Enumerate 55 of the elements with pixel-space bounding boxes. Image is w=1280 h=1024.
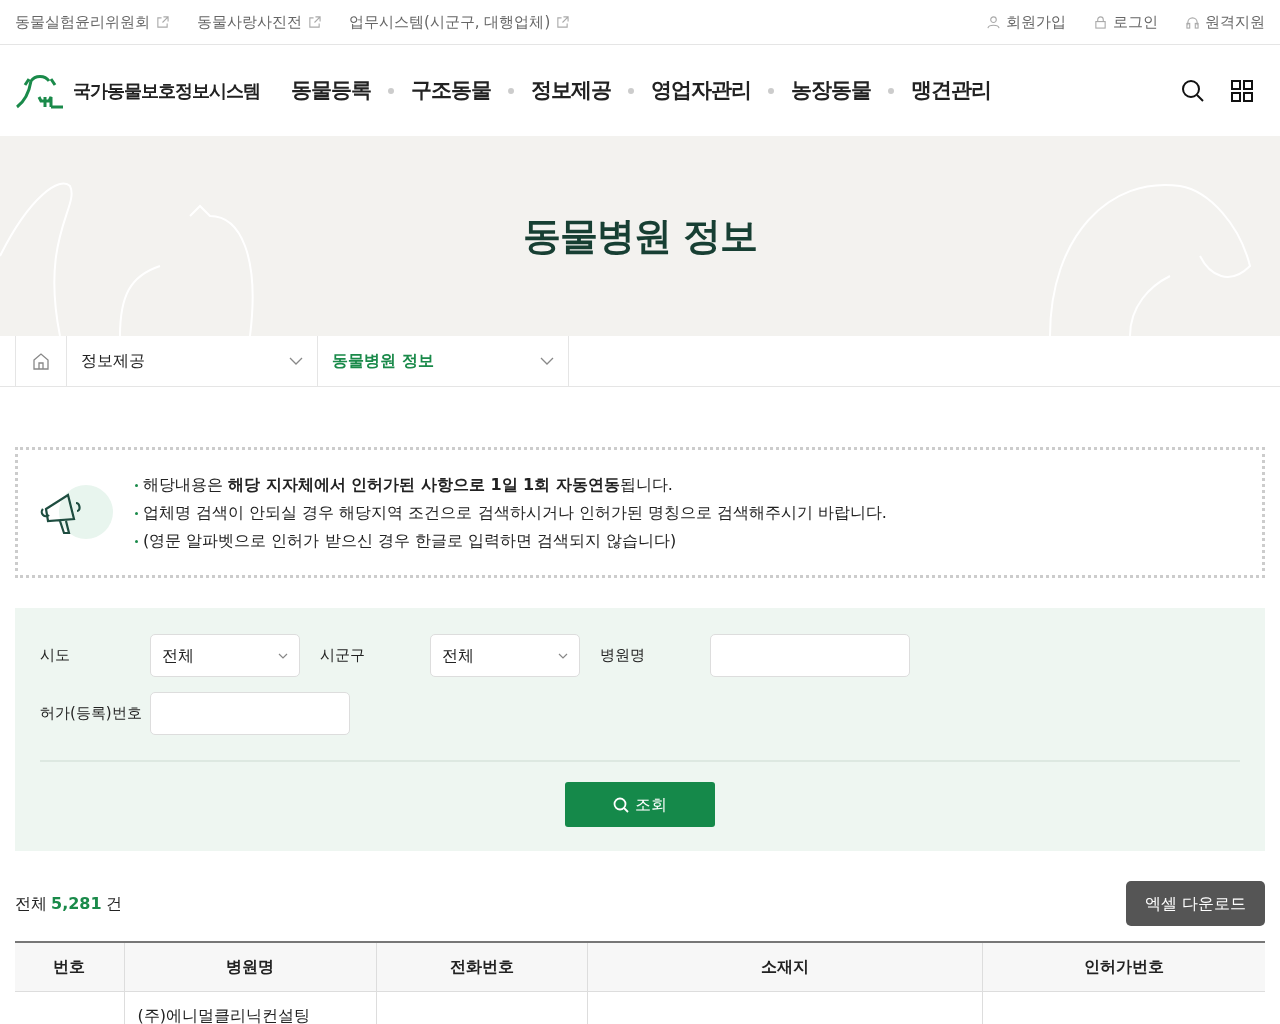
- nav-menu-item[interactable]: 맹견관리: [911, 74, 991, 107]
- headset-icon: [1186, 15, 1199, 29]
- house-icon: [32, 352, 50, 370]
- notice-text: 업체명 검색이 안되실 경우 해당지역 조건으로 검색하시거나 인허가된 명칭으로 검색해주시기 바랍니다.: [143, 501, 887, 524]
- person-icon: [987, 15, 1000, 29]
- nav-menu-item[interactable]: 영업자관리: [651, 74, 751, 107]
- external-link[interactable]: 업무시스템(시군구, 대행업체): [349, 10, 570, 34]
- column-header: 인허가번호: [982, 942, 1265, 991]
- lock-icon: [1094, 15, 1107, 29]
- page-title: 동물병원 정보: [522, 212, 758, 260]
- grid-icon: [1231, 79, 1253, 102]
- field-label: 시군구: [320, 645, 366, 667]
- total-label: 전체: [15, 892, 47, 915]
- search-icon: [1181, 78, 1205, 103]
- count-unit: 건: [105, 892, 122, 915]
- field-label: 허가(등록)번호: [40, 703, 143, 725]
- excel-download-button[interactable]: 엑셀 다운로드: [1126, 881, 1265, 926]
- nav-menu-item[interactable]: 정보제공: [531, 74, 611, 107]
- field-label: 시도: [40, 645, 71, 667]
- select-field[interactable]: 전체: [430, 634, 580, 677]
- home-button[interactable]: [15, 336, 67, 386]
- notice-text: 해당내용은 해당 지자체에서 인허가된 사항으로 1일 1회 자동연동됩니다.: [143, 473, 673, 496]
- external-link-icon: [308, 15, 321, 29]
- external-link[interactable]: 동물사랑사진전: [197, 10, 321, 34]
- select-field[interactable]: 전체: [150, 634, 300, 677]
- chevron-down-icon: [278, 652, 288, 659]
- text-input-field[interactable]: [710, 634, 910, 677]
- notice-text: (영문 알파벳으로 인허가 받으신 경우 한글로 입력하면 검색되지 않습니다): [143, 529, 677, 552]
- search-button[interactable]: [1181, 78, 1205, 103]
- external-link-icon: [156, 15, 169, 29]
- breadcrumb-dropdown[interactable]: 정보제공: [67, 336, 318, 386]
- chevron-down-icon: [540, 357, 554, 365]
- table-cell: (주)에니멀클리닉컨설팅: [124, 991, 376, 1024]
- breadcrumb-dropdown[interactable]: 동물병원 정보: [318, 336, 569, 386]
- header-link[interactable]: 로그인: [1094, 10, 1158, 34]
- text-input-field[interactable]: [150, 692, 350, 735]
- search-icon: [613, 796, 629, 813]
- column-header: 병원명: [124, 942, 376, 991]
- external-link[interactable]: 동물실험윤리위원회: [15, 10, 169, 34]
- site-logo[interactable]: 국가동물보호정보시스템: [15, 72, 277, 109]
- total-count: 5,281: [51, 892, 102, 915]
- nav-menu-item[interactable]: 동물등록: [291, 74, 371, 107]
- external-link-icon: [556, 15, 570, 29]
- nav-menu-item[interactable]: 농장동물: [791, 74, 871, 107]
- chevron-down-icon: [289, 357, 303, 365]
- column-header: 소재지: [587, 942, 982, 991]
- chevron-down-icon: [558, 652, 568, 659]
- nav-menu-item[interactable]: 구조동물: [411, 74, 491, 107]
- column-header: 번호: [15, 942, 124, 991]
- header-link[interactable]: 회원가입: [987, 10, 1066, 34]
- grid-menu-button[interactable]: [1231, 79, 1253, 102]
- search-submit-button[interactable]: 조회: [565, 782, 715, 827]
- column-header: 전화번호: [376, 942, 587, 991]
- field-label: 병원명: [600, 645, 646, 667]
- header-link[interactable]: 원격지원: [1186, 10, 1265, 34]
